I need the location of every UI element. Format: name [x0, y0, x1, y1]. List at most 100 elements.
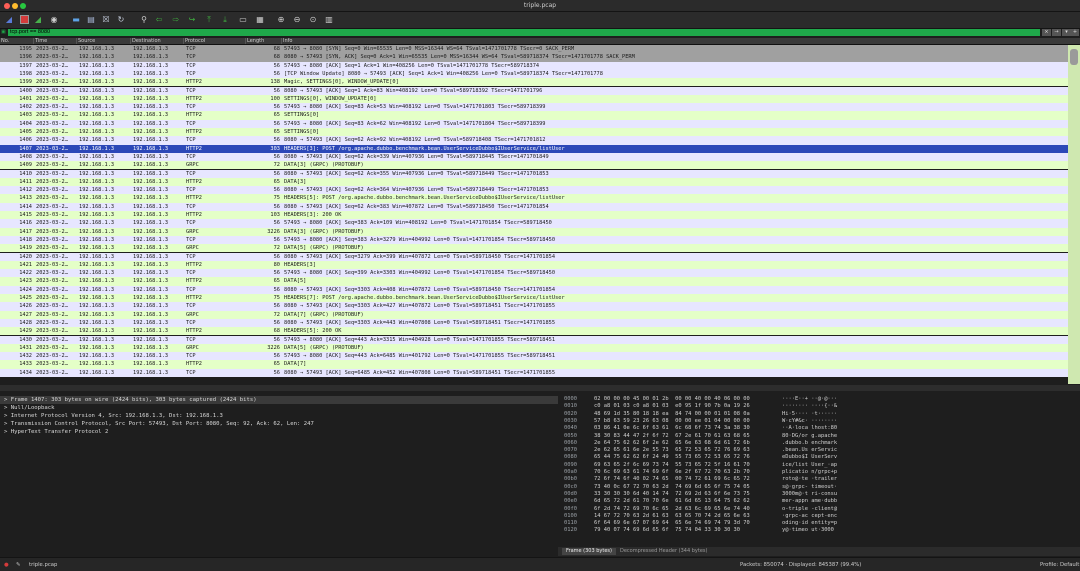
packet-row[interactable]: 1426 2023-03-2… 192.168.1.3 192.168.1.3 TCP 5… [0, 302, 1068, 311]
packet-row[interactable]: 1400 2023-03-2… 192.168.1.3 192.168.1.3 TCP 5… [0, 86, 1068, 95]
packet-row[interactable]: 1407 2023-03-2… 192.168.1.3 192.168.1.3 HTTP… [0, 144, 1068, 153]
zoom-in-icon[interactable]: ⊕ [276, 15, 286, 25]
packet-row[interactable]: 1409 2023-03-2… 192.168.1.3 192.168.1.3 GRPC… [0, 161, 1068, 170]
packet-row[interactable]: 1410 2023-03-2… 192.168.1.3 192.168.1.3 TCP 5… [0, 169, 1068, 178]
colorize-icon[interactable]: ▦ [255, 15, 265, 25]
bytes-row[interactable]: 0120 79 40 07 74 69 6d 65 6f 75 74 04 33 … [558, 527, 1080, 534]
zoom-normal-icon[interactable]: ⊙ [308, 15, 318, 25]
packet-row[interactable]: 1396 2023-03-2… 192.168.1.3 192.168.1.3 TCP 6… [0, 53, 1068, 62]
status-profile[interactable]: Profile: Default [1040, 562, 1079, 568]
detail-tree-item[interactable]: > Transmission Control Protocol, Src Por… [0, 420, 560, 428]
bookmark-icon[interactable]: ▣ [1, 29, 6, 36]
bytes-row[interactable]: 0040 03 86 41 0e 6c 6f 63 61 6c 68 6f 73 … [558, 425, 1080, 432]
packet-row[interactable]: 1412 2023-03-2… 192.168.1.3 192.168.1.3 TCP 5… [0, 186, 1068, 195]
options-gear-icon[interactable]: ◉ [49, 15, 59, 25]
packet-row[interactable]: 1402 2023-03-2… 192.168.1.3 192.168.1.3 TCP 5… [0, 103, 1068, 112]
packet-row[interactable]: 1434 2023-03-2… 192.168.1.3 192.168.1.3 TCP 5… [0, 368, 1068, 377]
packet-row[interactable]: 1401 2023-03-2… 192.168.1.3 192.168.1.3 HTTP… [0, 94, 1068, 104]
column-header-source[interactable]: Source [77, 38, 131, 44]
packet-row[interactable]: 1430 2023-03-2… 192.168.1.3 192.168.1.3 TCP 5… [0, 335, 1068, 344]
bytes-row[interactable]: 0010 c0 a8 01 03 c0 a8 01 03 e0 95 1f 90 … [558, 403, 1080, 410]
packet-row[interactable]: 1399 2023-03-2… 192.168.1.3 192.168.1.3 HTTP… [0, 78, 1068, 87]
packet-row[interactable]: 1398 2023-03-2… 192.168.1.3 192.168.1.3 TCP 5… [0, 69, 1068, 79]
restart-icon[interactable]: ◢ [33, 15, 43, 25]
packet-row[interactable]: 1397 2023-03-2… 192.168.1.3 192.168.1.3 TCP 5… [0, 61, 1068, 70]
packet-row[interactable]: 1414 2023-03-2… 192.168.1.3 192.168.1.3 TCP 5… [0, 202, 1068, 211]
reload-icon[interactable]: ↻ [116, 15, 126, 25]
bytes-row[interactable]: 0000 02 00 00 00 45 00 01 2b 00 00 40 00 … [558, 396, 1080, 403]
clear-filter-icon[interactable]: ⨯ [1042, 29, 1051, 36]
packet-row[interactable]: 1418 2023-03-2… 192.168.1.3 192.168.1.3 TCP 5… [0, 235, 1068, 245]
detail-tree-item[interactable]: > Internet Protocol Version 4, Src: 192.… [0, 412, 560, 420]
bytes-row[interactable]: 0100 14 67 72 70 63 2d 61 63 63 65 70 74 … [558, 513, 1080, 520]
packet-row[interactable]: 1422 2023-03-2… 192.168.1.3 192.168.1.3 TCP 5… [0, 269, 1068, 278]
packet-row[interactable]: 1429 2023-03-2… 192.168.1.3 192.168.1.3 HTTP… [0, 327, 1068, 336]
packet-row[interactable]: 1405 2023-03-2… 192.168.1.3 192.168.1.3 HTTP… [0, 128, 1068, 137]
packet-row[interactable]: 1419 2023-03-2… 192.168.1.3 192.168.1.3 GRPC… [0, 244, 1068, 253]
bytes-row[interactable]: 00f0 6f 2d 74 72 69 70 6c 65 2d 63 6c 69 … [558, 506, 1080, 513]
expert-info-icon[interactable]: ● [4, 562, 9, 568]
packet-details-pane[interactable]: > Frame 1407: 303 bytes on wire (2424 bi… [0, 392, 560, 546]
add-filter-button-icon[interactable]: + [1071, 29, 1079, 36]
bytes-row[interactable]: 0110 6f 64 69 6e 67 07 69 64 65 6e 74 69 … [558, 520, 1080, 527]
open-folder-icon[interactable]: ▬ [71, 15, 81, 25]
detail-tree-item[interactable]: > Frame 1407: 303 bytes on wire (2424 bi… [0, 396, 560, 404]
packet-list-scrollbar[interactable] [1068, 45, 1080, 384]
column-header-time[interactable]: Time [34, 38, 77, 44]
packet-row[interactable]: 1395 2023-03-2… 192.168.1.3 192.168.1.3 TCP 6… [0, 45, 1068, 54]
packet-row[interactable]: 1424 2023-03-2… 192.168.1.3 192.168.1.3 TCP 5… [0, 285, 1068, 294]
packet-row[interactable]: 1413 2023-03-2… 192.168.1.3 192.168.1.3 HTTP… [0, 194, 1068, 203]
packet-row[interactable]: 1428 2023-03-2… 192.168.1.3 192.168.1.3 TCP 5… [0, 318, 1068, 328]
tab-decompressed-header[interactable]: Decompressed Header (344 bytes) [616, 548, 711, 555]
edit-comment-icon[interactable]: ✎ [16, 562, 20, 568]
column-header-protocol[interactable]: Protocol [184, 38, 246, 44]
detail-tree-item[interactable]: > HyperText Transfer Protocol 2 [0, 428, 560, 436]
save-file-icon[interactable]: ▤ [86, 15, 96, 25]
go-last-icon[interactable]: ⤓ [220, 15, 230, 25]
packet-row[interactable]: 1417 2023-03-2… 192.168.1.3 192.168.1.3 GRPC… [0, 227, 1068, 236]
go-forward-icon[interactable]: ⇨ [171, 15, 181, 25]
resize-columns-icon[interactable]: ▥ [324, 15, 334, 25]
bytes-row[interactable]: 00c0 73 40 0c 67 72 70 63 2d 74 69 6d 65 … [558, 484, 1080, 491]
bytes-row[interactable]: 0050 38 30 83 44 47 2f 6f 72 67 2e 61 70 … [558, 433, 1080, 440]
bytes-row[interactable]: 00d0 33 30 30 30 6d 40 14 74 72 69 2d 63 … [558, 491, 1080, 498]
packet-row[interactable]: 1427 2023-03-2… 192.168.1.3 192.168.1.3 GRPC… [0, 310, 1068, 319]
packet-row[interactable]: 1425 2023-03-2… 192.168.1.3 192.168.1.3 HTTP… [0, 294, 1068, 303]
packet-list[interactable]: 1395 2023-03-2… 192.168.1.3 192.168.1.3 TCP 6… [0, 45, 1068, 384]
packet-row[interactable]: 1421 2023-03-2… 192.168.1.3 192.168.1.3 HTTP… [0, 260, 1068, 270]
column-header-no[interactable]: No. [0, 38, 34, 44]
packet-row[interactable]: 1415 2023-03-2… 192.168.1.3 192.168.1.3 HTTP… [0, 211, 1068, 220]
apply-filter-icon[interactable]: → [1052, 29, 1061, 36]
shark-fin-start-icon[interactable]: ◢ [4, 15, 14, 25]
pane-splitter[interactable] [0, 385, 1080, 391]
packet-bytes-pane[interactable]: 0000 02 00 00 00 45 00 01 2b 00 00 40 00 … [558, 392, 1080, 546]
bytes-row[interactable]: 0030 57 b8 63 59 23 26 63 08 00 00 ee 01 … [558, 418, 1080, 425]
bytes-row[interactable]: 0070 2e 62 65 61 6e 2e 55 73 65 72 53 65 … [558, 447, 1080, 454]
packet-row[interactable]: 1432 2023-03-2… 192.168.1.3 192.168.1.3 TCP 5… [0, 352, 1068, 361]
go-to-packet-icon[interactable]: ↪ [187, 15, 197, 25]
autoscroll-icon[interactable]: ▭ [238, 15, 248, 25]
packet-row[interactable]: 1420 2023-03-2… 192.168.1.3 192.168.1.3 TCP 5… [0, 252, 1068, 261]
packet-row[interactable]: 1404 2023-03-2… 192.168.1.3 192.168.1.3 TCP 5… [0, 119, 1068, 128]
bytes-row[interactable]: 0080 65 44 75 62 62 6f 24 49 55 73 65 72 … [558, 454, 1080, 461]
bytes-row[interactable]: 00e0 6d 65 72 2d 61 70 70 6e 61 6d 65 13 … [558, 498, 1080, 505]
bytes-row[interactable]: 00a0 70 6c 69 63 61 74 69 6f 6e 2f 67 72 … [558, 469, 1080, 476]
stop-icon[interactable] [19, 15, 29, 25]
packet-row[interactable]: 1411 2023-03-2… 192.168.1.3 192.168.1.3 HTTP… [0, 177, 1068, 187]
filter-dropdown-icon[interactable]: ▾ [1062, 29, 1071, 36]
bytes-row[interactable]: 0020 48 69 1d 35 80 18 18 ea 84 74 00 00 … [558, 411, 1080, 418]
packet-row[interactable]: 1403 2023-03-2… 192.168.1.3 192.168.1.3 HTTP… [0, 111, 1068, 120]
display-filter-input[interactable] [8, 29, 1040, 36]
packet-row[interactable]: 1431 2023-03-2… 192.168.1.3 192.168.1.3 GRPC… [0, 343, 1068, 353]
go-back-icon[interactable]: ⇦ [154, 15, 164, 25]
packet-row[interactable]: 1406 2023-03-2… 192.168.1.3 192.168.1.3 TCP 5… [0, 136, 1068, 145]
go-first-icon[interactable]: ⤒ [204, 15, 214, 25]
packet-row[interactable]: 1433 2023-03-2… 192.168.1.3 192.168.1.3 HTTP… [0, 360, 1068, 369]
tab-frame-bytes[interactable]: Frame (303 bytes) [562, 548, 616, 555]
column-header-length[interactable]: Length [246, 38, 282, 44]
packet-row[interactable]: 1408 2023-03-2… 192.168.1.3 192.168.1.3 TCP 5… [0, 152, 1068, 162]
column-header-info[interactable]: Info [282, 38, 1080, 44]
find-icon[interactable]: ⚲ [139, 15, 149, 25]
close-file-icon[interactable]: ☒ [101, 15, 111, 25]
bytes-row[interactable]: 0060 2e 64 75 62 62 6f 2e 62 65 6e 63 68 … [558, 440, 1080, 447]
